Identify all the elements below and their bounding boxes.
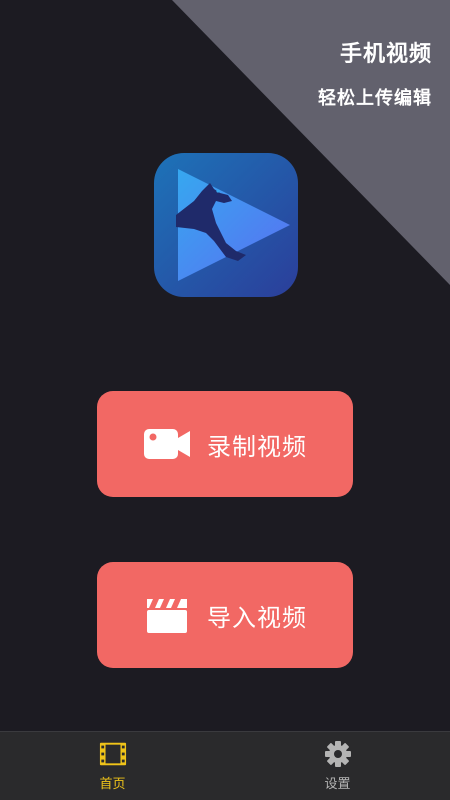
kangaroo-play-icon [154, 153, 298, 297]
import-video-label: 导入视频 [207, 603, 307, 632]
record-video-label: 录制视频 [207, 432, 307, 461]
gear-icon [324, 740, 352, 768]
tab-home-label: 首页 [99, 777, 126, 792]
tab-settings-label: 设置 [324, 777, 351, 792]
clapperboard-icon [143, 595, 191, 635]
video-camera-icon [143, 424, 191, 464]
home-screen: 手机视频 轻松上传编辑 录制视频 导入视频 首页 设置 [0, 0, 450, 800]
slogan-title: 手机视频 [339, 42, 432, 67]
bottom-tab-bar: 首页 设置 [0, 731, 450, 800]
slogan-subtitle: 轻松上传编辑 [318, 88, 432, 109]
import-video-button[interactable]: 导入视频 [97, 562, 353, 668]
tab-home[interactable]: 首页 [0, 732, 225, 800]
film-frame-icon [99, 740, 127, 768]
record-video-button[interactable]: 录制视频 [97, 391, 353, 497]
tab-settings[interactable]: 设置 [225, 732, 450, 800]
